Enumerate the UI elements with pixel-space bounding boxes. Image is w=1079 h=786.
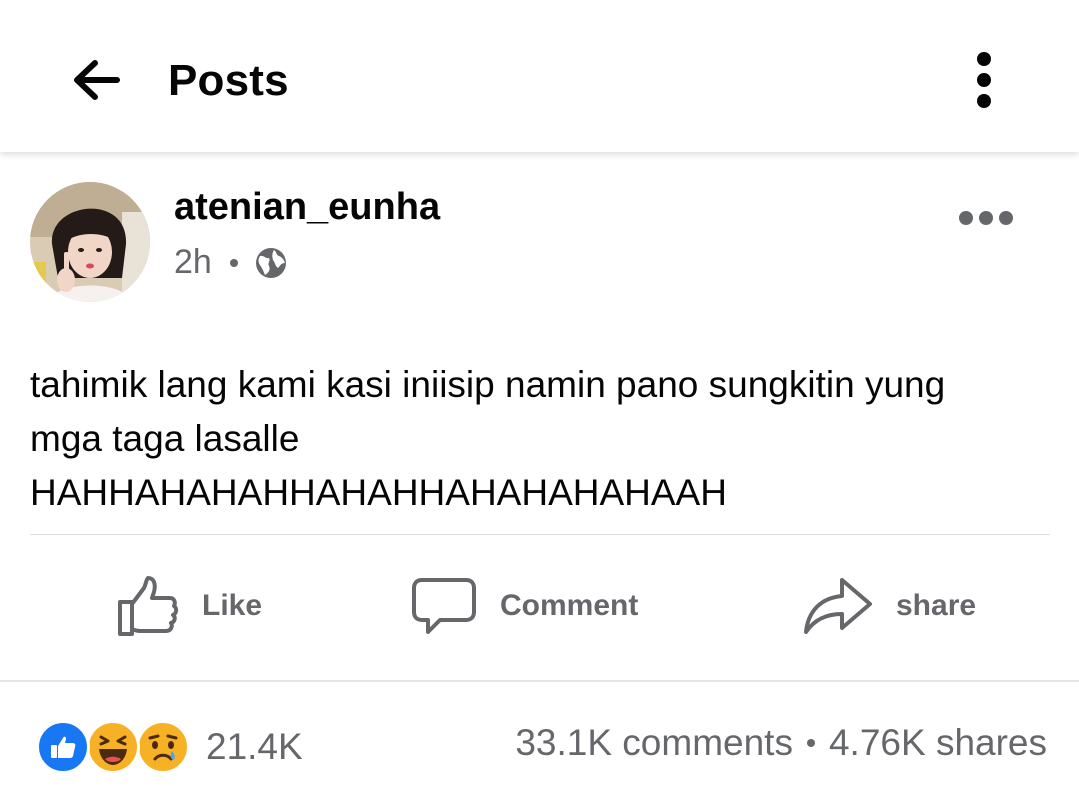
shares-count[interactable]: 4.76K shares (829, 722, 1047, 764)
top-bar: Posts (0, 0, 1079, 152)
author-name[interactable]: atenian_eunha (174, 186, 440, 229)
post-more-button[interactable] (948, 200, 1024, 236)
post-text-line: mga taga lasalle (30, 418, 300, 459)
like-label: Like (202, 589, 263, 622)
like-reaction-icon (36, 720, 90, 774)
back-button[interactable] (66, 52, 126, 108)
post-meta: 2h (174, 243, 288, 282)
reaction-icons (36, 718, 192, 776)
post-page: Posts atenian_eunha 2h tahimik lang kami… (0, 0, 1079, 786)
divider (30, 534, 1050, 535)
share-button[interactable]: share (802, 566, 976, 646)
share-arrow-icon (804, 578, 872, 634)
profile-photo (30, 182, 150, 302)
comment-label: Comment (500, 589, 639, 622)
stats-separator (806, 739, 815, 747)
arrow-left-icon (74, 60, 120, 100)
vertical-dots-icon (977, 52, 991, 108)
post-time[interactable]: 2h (174, 243, 212, 282)
like-button[interactable]: Like (116, 566, 262, 646)
share-label: share (896, 589, 977, 622)
engagement-stats: 33.1K comments 4.76K shares (515, 722, 1047, 764)
thumbs-up-icon (118, 576, 179, 636)
menu-button[interactable] (960, 48, 1008, 112)
globe-icon (255, 247, 286, 278)
avatar[interactable] (30, 182, 150, 302)
page-title: Posts (168, 56, 289, 105)
haha-reaction-icon (86, 720, 140, 774)
post-text-line: tahimik lang kami kasi iniisip namin pan… (30, 364, 946, 405)
horizontal-dots-icon (959, 211, 1013, 225)
reaction-count: 21.4K (206, 726, 303, 767)
reactions-summary[interactable]: 21.4K (36, 718, 303, 776)
post-text: tahimik lang kami kasi iniisip namin pan… (30, 358, 1050, 520)
comment-button[interactable]: Comment (410, 566, 638, 646)
sad-reaction-icon (136, 720, 190, 774)
comments-count[interactable]: 33.1K comments (515, 722, 793, 764)
divider (0, 680, 1079, 682)
post-text-line: HAHHAHAHAHHAHAHHAHAHAHAHAAH (30, 472, 727, 513)
comment-icon (412, 578, 476, 634)
meta-separator (229, 258, 238, 267)
